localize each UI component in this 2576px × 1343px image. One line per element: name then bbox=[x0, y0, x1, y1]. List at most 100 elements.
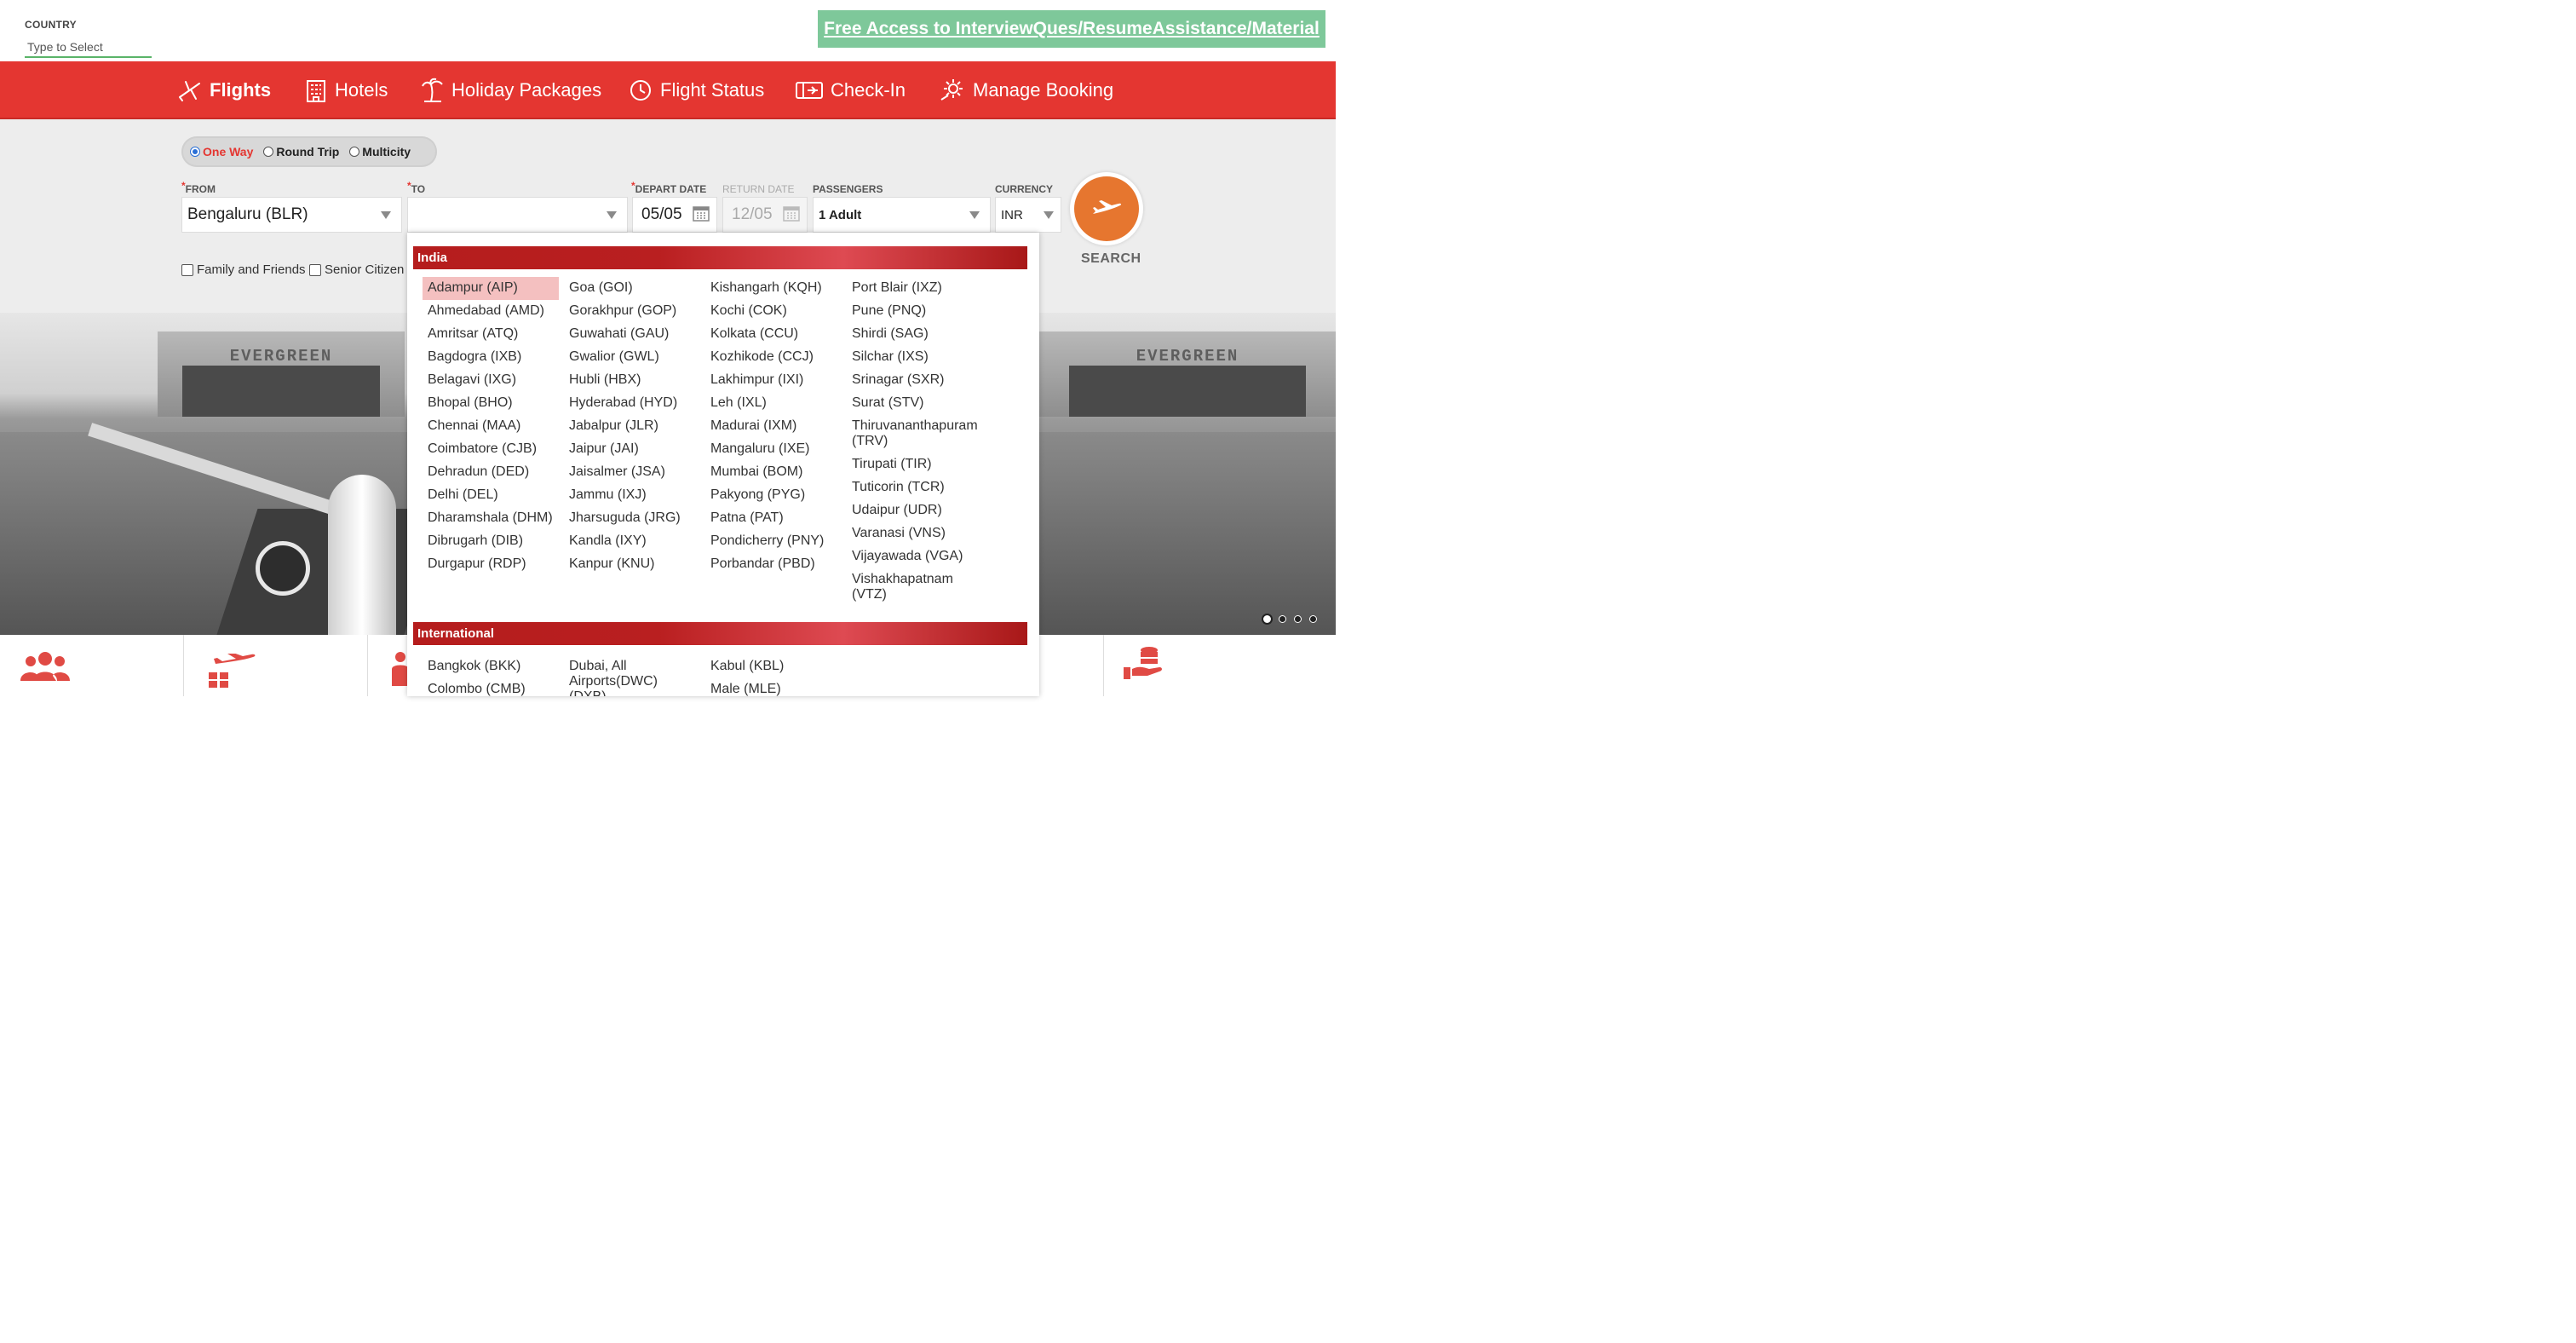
city-option[interactable]: Male (MLE) bbox=[705, 678, 842, 696]
city-option[interactable]: Ahmedabad (AMD) bbox=[423, 300, 559, 323]
city-option[interactable]: Hyderabad (HYD) bbox=[564, 392, 700, 415]
calendar-icon[interactable] bbox=[783, 205, 800, 222]
required-mark: * bbox=[631, 180, 635, 192]
multicity-label: Multicity bbox=[362, 145, 411, 159]
city-option[interactable]: Vishakhapatnam (VTZ) bbox=[847, 568, 957, 607]
city-option[interactable]: Dharamshala (DHM) bbox=[423, 507, 559, 530]
city-option[interactable]: Bangkok (BKK) bbox=[423, 655, 559, 678]
city-option[interactable]: Delhi (DEL) bbox=[423, 484, 559, 507]
nav-manage-booking[interactable]: Manage Booking bbox=[939, 61, 1113, 119]
city-option[interactable]: Bagdogra (IXB) bbox=[423, 346, 559, 369]
city-option[interactable]: Chennai (MAA) bbox=[423, 415, 559, 438]
currency-value: INR bbox=[1001, 207, 1023, 222]
city-option[interactable]: Guwahati (GAU) bbox=[564, 323, 700, 346]
city-option[interactable]: Silchar (IXS) bbox=[847, 346, 983, 369]
city-option[interactable]: Tirupati (TIR) bbox=[847, 453, 983, 476]
promo-link[interactable]: Free Access to InterviewQues/ResumeAssis… bbox=[818, 10, 1325, 48]
city-option[interactable]: Goa (GOI) bbox=[564, 277, 700, 300]
city-option[interactable]: Pakyong (PYG) bbox=[705, 484, 842, 507]
passengers-select[interactable]: 1 Adult bbox=[813, 197, 991, 233]
currency-select[interactable]: INR bbox=[995, 197, 1061, 233]
nav-hotels[interactable]: Hotels bbox=[304, 61, 388, 119]
clock-plane-icon bbox=[630, 80, 651, 101]
city-option[interactable]: Pune (PNQ) bbox=[847, 300, 983, 323]
service-tile[interactable] bbox=[1103, 635, 1336, 696]
city-option[interactable]: Jharsuguda (JRG) bbox=[564, 507, 700, 530]
city-option[interactable]: Thiruvananthapuram (TRV) bbox=[847, 415, 983, 453]
city-option[interactable]: Mumbai (BOM) bbox=[705, 461, 842, 484]
hangar-building: EVERGREEN bbox=[1039, 331, 1336, 417]
carousel-dot[interactable] bbox=[1294, 615, 1302, 623]
depart-label-text: DEPART DATE bbox=[635, 183, 707, 195]
calendar-icon[interactable] bbox=[693, 205, 710, 222]
nav-holiday-packages[interactable]: Holiday Packages bbox=[421, 61, 601, 119]
city-option[interactable]: Gorakhpur (GOP) bbox=[564, 300, 700, 323]
city-option[interactable]: Colombo (CMB) bbox=[423, 678, 559, 696]
city-option[interactable]: Jaisalmer (JSA) bbox=[564, 461, 700, 484]
nav-holiday-label: Holiday Packages bbox=[451, 79, 602, 101]
city-option[interactable]: Durgapur (RDP) bbox=[423, 553, 559, 576]
city-option[interactable]: Amritsar (ATQ) bbox=[423, 323, 559, 346]
city-option[interactable]: Kandla (IXY) bbox=[564, 530, 700, 553]
city-option[interactable]: Varanasi (VNS) bbox=[847, 522, 983, 545]
from-select[interactable]: Bengaluru (BLR) bbox=[181, 197, 402, 233]
hangar-sign: EVERGREEN bbox=[229, 347, 333, 366]
city-option[interactable]: Leh (IXL) bbox=[705, 392, 842, 415]
city-option[interactable]: Dibrugarh (DIB) bbox=[423, 530, 559, 553]
nav-check-in[interactable]: Check-In bbox=[795, 61, 906, 119]
service-tile[interactable] bbox=[0, 635, 184, 696]
checkbox-box bbox=[309, 263, 321, 276]
country-input[interactable] bbox=[25, 37, 152, 58]
nav-flight-status[interactable]: Flight Status bbox=[628, 61, 764, 119]
city-option[interactable]: Porbandar (PBD) bbox=[705, 553, 842, 576]
service-tile[interactable] bbox=[183, 635, 368, 696]
round-trip-radio[interactable]: Round Trip bbox=[263, 145, 339, 159]
city-option[interactable]: Port Blair (IXZ) bbox=[847, 277, 983, 300]
senior-citizen-checkbox[interactable]: Senior Citizen bbox=[309, 262, 404, 277]
city-option[interactable]: Kanpur (KNU) bbox=[564, 553, 700, 576]
city-option[interactable]: Jabalpur (JLR) bbox=[564, 415, 700, 438]
city-option[interactable]: Bhopal (BHO) bbox=[423, 392, 559, 415]
city-option[interactable]: Dehradun (DED) bbox=[423, 461, 559, 484]
city-option[interactable]: Kolkata (CCU) bbox=[705, 323, 842, 346]
city-option[interactable]: Patna (PAT) bbox=[705, 507, 842, 530]
carousel-dot[interactable] bbox=[1309, 615, 1317, 623]
city-option[interactable]: Srinagar (SXR) bbox=[847, 369, 983, 392]
return-date-field[interactable]: 12/05 bbox=[722, 197, 808, 233]
city-option[interactable]: Shirdi (SAG) bbox=[847, 323, 983, 346]
city-option[interactable]: Gwalior (GWL) bbox=[564, 346, 700, 369]
city-option[interactable]: Pondicherry (PNY) bbox=[705, 530, 842, 553]
depart-date-field[interactable]: 05/05 bbox=[632, 197, 717, 233]
city-option[interactable]: Hubli (HBX) bbox=[564, 369, 700, 392]
city-option[interactable]: Jaipur (JAI) bbox=[564, 438, 700, 461]
carousel-dot[interactable] bbox=[1263, 615, 1271, 623]
plane-fuselage bbox=[328, 475, 396, 635]
city-option[interactable]: Belagavi (IXG) bbox=[423, 369, 559, 392]
multicity-radio[interactable]: Multicity bbox=[349, 145, 411, 159]
city-option[interactable]: Kishangarh (KQH) bbox=[705, 277, 842, 300]
city-option[interactable]: Kochi (COK) bbox=[705, 300, 842, 323]
city-option[interactable]: Kabul (KBL) bbox=[705, 655, 842, 678]
india-column-3: Kishangarh (KQH) Kochi (COK) Kolkata (CC… bbox=[705, 277, 842, 576]
city-option[interactable]: Tuticorin (TCR) bbox=[847, 476, 983, 499]
carousel-dot[interactable] bbox=[1279, 615, 1286, 623]
city-option[interactable]: Surat (STV) bbox=[847, 392, 983, 415]
city-option[interactable]: Adampur (AIP) bbox=[423, 277, 559, 300]
city-option[interactable]: Lakhimpur (IXI) bbox=[705, 369, 842, 392]
city-option[interactable]: Udaipur (UDR) bbox=[847, 499, 983, 522]
city-option[interactable]: Coimbatore (CJB) bbox=[423, 438, 559, 461]
city-option[interactable]: Mangaluru (IXE) bbox=[705, 438, 842, 461]
city-option[interactable]: Madurai (IXM) bbox=[705, 415, 842, 438]
one-way-radio[interactable]: One Way bbox=[190, 145, 253, 159]
from-label-text: FROM bbox=[185, 183, 216, 195]
city-option[interactable]: Vijayawada (VGA) bbox=[847, 545, 983, 568]
intl-column-3: Kabul (KBL) Male (MLE) bbox=[705, 655, 842, 696]
city-option[interactable]: Dubai, All Airports(DWC) (DXB) bbox=[564, 655, 683, 696]
search-button[interactable] bbox=[1070, 172, 1143, 245]
city-option[interactable]: Jammu (IXJ) bbox=[564, 484, 700, 507]
nav-flights[interactable]: Flights bbox=[177, 61, 271, 119]
nav-hotels-label: Hotels bbox=[335, 79, 388, 101]
family-friends-checkbox[interactable]: Family and Friends bbox=[181, 262, 306, 277]
city-option[interactable]: Kozhikode (CCJ) bbox=[705, 346, 842, 369]
to-select[interactable] bbox=[407, 197, 628, 233]
